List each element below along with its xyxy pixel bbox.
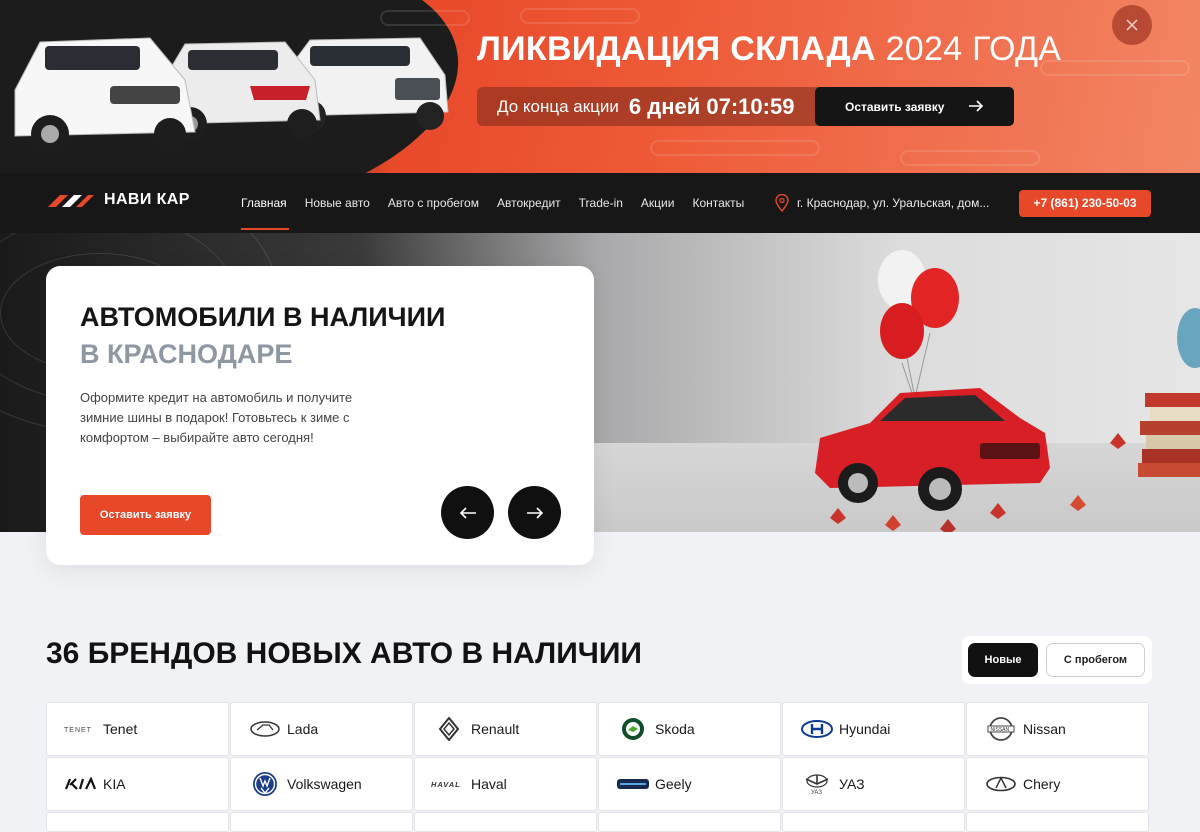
brand-name: Hyundai (839, 721, 891, 737)
brand-name: Chery (1023, 776, 1061, 792)
promo-banner: ЛИКВИДАЦИЯ СКЛАДА 2024 ГОДА До конца акц… (0, 0, 1200, 173)
logo[interactable]: НАВИ КАР (46, 191, 190, 209)
promo-pattern (1040, 60, 1190, 76)
promo-request-button[interactable]: Оставить заявку (815, 87, 1014, 126)
arrow-right-icon (969, 100, 984, 112)
promo-request-label: Оставить заявку (845, 99, 945, 114)
brand-name: УАЗ (839, 776, 865, 792)
brand-card-haval[interactable]: HAVAL Haval (414, 757, 597, 811)
close-icon (1126, 19, 1138, 31)
hero-subtitle: В КРАСНОДАРЕ (80, 339, 293, 369)
slider-next-button[interactable] (508, 486, 561, 539)
main-menu: Главная Новые авто Авто с пробегом Авток… (241, 173, 762, 233)
slider-prev-button[interactable] (441, 486, 494, 539)
brand-card-geely[interactable]: Geely (598, 757, 781, 811)
brand-card-partial[interactable] (46, 812, 229, 832)
brand-card-uaz[interactable]: УАЗ УАЗ (782, 757, 965, 811)
hero-card: АВТОМОБИЛИ В НАЛИЧИИ В КРАСНОДАРЕ Оформи… (46, 266, 594, 565)
geely-logo-icon (613, 771, 653, 797)
brand-card-tenet[interactable]: TENET Tenet (46, 702, 229, 756)
promo-title: ЛИКВИДАЦИЯ СКЛАДА 2024 ГОДА (477, 30, 1061, 69)
main-nav: НАВИ КАР Главная Новые авто Авто с пробе… (0, 173, 1200, 233)
brand-card-partial[interactable] (598, 812, 781, 832)
kia-logo-icon (61, 771, 101, 797)
promo-title-year: 2024 ГОДА (885, 30, 1062, 68)
promo-pattern (520, 8, 640, 24)
toggle-new[interactable]: Новые (968, 643, 1038, 677)
hyundai-logo-icon (797, 716, 837, 742)
logo-text: НАВИ КАР (104, 191, 190, 208)
location-pin-icon (775, 194, 789, 212)
tenet-logo-icon: TENET (61, 716, 101, 742)
brand-name: Renault (471, 721, 520, 737)
brand-card-skoda[interactable]: Skoda (598, 702, 781, 756)
menu-item-promotions[interactable]: Акции (641, 173, 675, 233)
brand-name: Volkswagen (287, 776, 362, 792)
nissan-logo-icon: NISSAN (981, 716, 1021, 742)
promo-title-bold: ЛИКВИДАЦИЯ СКЛАДА (477, 30, 876, 68)
menu-item-credit[interactable]: Автокредит (497, 173, 561, 233)
menu-item-home[interactable]: Главная (241, 173, 289, 233)
brand-name: Nissan (1023, 721, 1066, 737)
brand-card-volkswagen[interactable]: Volkswagen (230, 757, 413, 811)
brand-name: Skoda (655, 721, 695, 737)
close-banner-button[interactable] (1112, 5, 1152, 45)
address-text: г. Краснодар, ул. Уральская, дом... (797, 196, 990, 210)
brand-name: Lada (287, 721, 319, 737)
brand-card-lada[interactable]: Lada (230, 702, 413, 756)
svg-text:NISSAN: NISSAN (991, 727, 1010, 733)
phone-button[interactable]: +7 (861) 230-50-03 (1019, 190, 1151, 217)
lada-logo-icon (245, 716, 285, 742)
arrow-right-icon (526, 506, 543, 519)
renault-logo-icon (429, 716, 469, 742)
brand-card-partial[interactable] (230, 812, 413, 832)
chery-logo-icon (981, 771, 1021, 797)
menu-item-new-cars[interactable]: Новые авто (305, 173, 370, 233)
condition-toggle: Новые С пробегом (962, 636, 1152, 684)
address-link[interactable]: г. Краснодар, ул. Уральская, дом... (775, 194, 989, 212)
logo-mark-icon (48, 195, 94, 207)
hero-title: АВТОМОБИЛИ В НАЛИЧИИ (80, 302, 446, 332)
hero-car-image (815, 250, 1200, 532)
brand-name: Geely (655, 776, 692, 792)
brand-card-chery[interactable]: Chery (966, 757, 1149, 811)
promo-pattern (900, 150, 1040, 166)
countdown-label: До конца акции (497, 96, 619, 116)
brand-card-partial[interactable] (414, 812, 597, 832)
promo-pattern (650, 140, 820, 156)
brand-card-hyundai[interactable]: Hyundai (782, 702, 965, 756)
brands-title: 36 БРЕНДОВ НОВЫХ АВТО В НАЛИЧИИ (46, 637, 642, 670)
uaz-logo-icon: УАЗ (797, 771, 837, 797)
brand-card-nissan[interactable]: NISSAN Nissan (966, 702, 1149, 756)
menu-item-trade-in[interactable]: Trade-in (579, 173, 623, 233)
brand-card-partial[interactable] (966, 812, 1149, 832)
brand-name: Haval (471, 776, 507, 792)
brand-card-kia[interactable]: KIA (46, 757, 229, 811)
haval-logo-icon: HAVAL (429, 771, 469, 797)
svg-text:TENET: TENET (64, 727, 92, 733)
svg-text:УАЗ: УАЗ (811, 790, 822, 795)
hero-request-button[interactable]: Оставить заявку (80, 495, 211, 535)
skoda-logo-icon (613, 716, 653, 742)
brand-card-renault[interactable]: Renault (414, 702, 597, 756)
toggle-used[interactable]: С пробегом (1046, 643, 1145, 677)
brand-name: KIA (103, 776, 126, 792)
hero-text: Оформите кредит на автомобиль и получите… (80, 390, 353, 445)
menu-item-contacts[interactable]: Контакты (692, 173, 744, 233)
menu-item-used-cars[interactable]: Авто с пробегом (388, 173, 479, 233)
brand-name: Tenet (103, 721, 138, 737)
brands-grid: TENET Tenet Lada Renault Skoda Hyundai N… (46, 702, 1152, 832)
countdown-timer: 6 дней 07:10:59 (628, 93, 795, 119)
volkswagen-logo-icon (245, 771, 285, 797)
arrow-left-icon (459, 506, 476, 519)
brand-card-partial[interactable] (782, 812, 965, 832)
svg-text:HAVAL: HAVAL (431, 780, 461, 788)
promo-cars-image (14, 37, 449, 150)
